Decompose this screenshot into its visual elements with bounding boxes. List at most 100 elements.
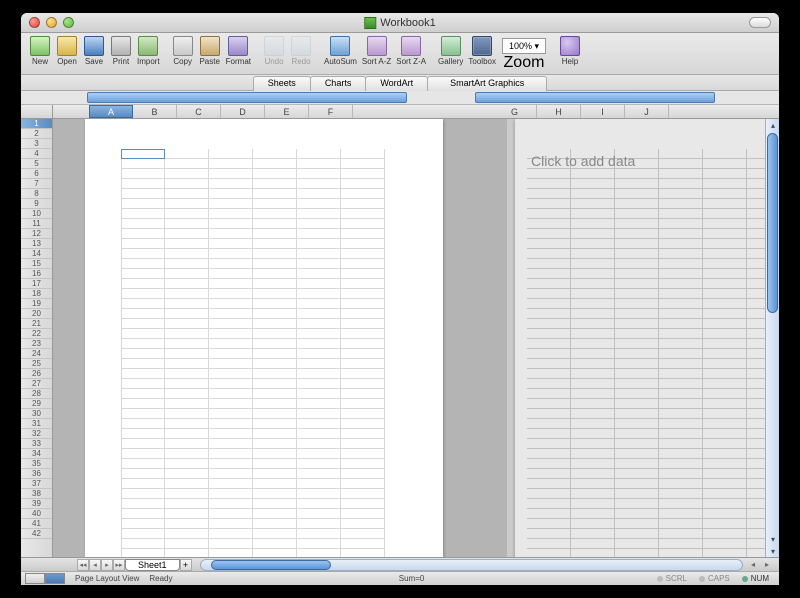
cell[interactable] (209, 149, 253, 159)
cell[interactable] (209, 549, 253, 557)
row-header-2[interactable]: 2 (21, 129, 52, 139)
cell[interactable] (571, 269, 615, 279)
cell[interactable] (121, 199, 165, 209)
row-header-12[interactable]: 12 (21, 229, 52, 239)
cell[interactable] (165, 389, 209, 399)
cell[interactable] (297, 149, 341, 159)
cell[interactable] (297, 219, 341, 229)
cell[interactable] (527, 299, 571, 309)
cell[interactable] (527, 179, 571, 189)
cell[interactable] (527, 219, 571, 229)
cell[interactable] (659, 449, 703, 459)
cell[interactable] (165, 529, 209, 539)
cell[interactable] (747, 169, 765, 179)
cell[interactable] (747, 389, 765, 399)
cell[interactable] (209, 309, 253, 319)
cell[interactable] (703, 499, 747, 509)
cell[interactable] (659, 179, 703, 189)
cell[interactable] (297, 349, 341, 359)
cell[interactable] (527, 419, 571, 429)
cell[interactable] (121, 349, 165, 359)
page-layout-view-button[interactable] (45, 573, 65, 584)
cell[interactable] (165, 409, 209, 419)
cell[interactable] (571, 459, 615, 469)
cell[interactable] (659, 489, 703, 499)
cell[interactable] (209, 279, 253, 289)
row-header-42[interactable]: 42 (21, 529, 52, 539)
cell[interactable] (121, 299, 165, 309)
cell[interactable] (253, 409, 297, 419)
cell[interactable] (165, 379, 209, 389)
cell[interactable] (121, 449, 165, 459)
cell[interactable] (527, 309, 571, 319)
cell[interactable] (747, 519, 765, 529)
cell[interactable] (703, 519, 747, 529)
cell[interactable] (209, 419, 253, 429)
cell[interactable] (527, 379, 571, 389)
cell[interactable] (341, 539, 385, 549)
cell[interactable] (615, 269, 659, 279)
cell[interactable] (527, 439, 571, 449)
cell[interactable] (659, 479, 703, 489)
cell[interactable] (121, 259, 165, 269)
cell[interactable] (615, 339, 659, 349)
cell[interactable] (341, 329, 385, 339)
cell[interactable] (571, 449, 615, 459)
cell[interactable] (165, 289, 209, 299)
cell[interactable] (571, 159, 615, 169)
cell[interactable] (165, 299, 209, 309)
cell[interactable] (747, 279, 765, 289)
cell[interactable] (341, 209, 385, 219)
row-header-29[interactable]: 29 (21, 399, 52, 409)
help-button[interactable]: Help (557, 35, 583, 66)
cell[interactable] (209, 239, 253, 249)
cell[interactable] (341, 189, 385, 199)
cell[interactable] (703, 189, 747, 199)
cell[interactable] (209, 539, 253, 549)
cell[interactable] (341, 509, 385, 519)
cell[interactable] (297, 389, 341, 399)
cell[interactable] (121, 339, 165, 349)
ribbon-tab-smartart-graphics[interactable]: SmartArt Graphics (427, 76, 547, 91)
cell[interactable] (659, 289, 703, 299)
cell[interactable] (659, 349, 703, 359)
cell[interactable] (341, 449, 385, 459)
cell[interactable] (703, 349, 747, 359)
cell[interactable] (615, 509, 659, 519)
paste-button[interactable]: Paste (197, 35, 223, 66)
row-header-20[interactable]: 20 (21, 309, 52, 319)
cell[interactable] (615, 279, 659, 289)
cell[interactable] (341, 379, 385, 389)
cell[interactable] (703, 259, 747, 269)
cell[interactable] (571, 419, 615, 429)
cell[interactable] (527, 529, 571, 539)
cell[interactable] (121, 329, 165, 339)
cell[interactable] (747, 239, 765, 249)
row-header-16[interactable]: 16 (21, 269, 52, 279)
cell[interactable] (297, 309, 341, 319)
cell[interactable] (747, 539, 765, 549)
row-header-15[interactable]: 15 (21, 259, 52, 269)
cell[interactable] (703, 159, 747, 169)
cell[interactable] (571, 339, 615, 349)
cell[interactable] (571, 239, 615, 249)
cell[interactable] (703, 399, 747, 409)
cell[interactable] (747, 449, 765, 459)
cell[interactable] (297, 279, 341, 289)
cell[interactable] (703, 449, 747, 459)
cell[interactable] (209, 319, 253, 329)
cell[interactable] (527, 459, 571, 469)
row-header-23[interactable]: 23 (21, 339, 52, 349)
cell[interactable] (703, 309, 747, 319)
column-header-C[interactable]: C (177, 105, 221, 118)
cell[interactable] (659, 189, 703, 199)
cell[interactable] (253, 489, 297, 499)
cell[interactable] (571, 179, 615, 189)
cell[interactable] (571, 429, 615, 439)
cell[interactable] (615, 519, 659, 529)
cell[interactable] (703, 419, 747, 429)
row-header-41[interactable]: 41 (21, 519, 52, 529)
cell[interactable] (209, 199, 253, 209)
cell[interactable] (527, 209, 571, 219)
ribbon-tab-sheets[interactable]: Sheets (253, 76, 311, 91)
